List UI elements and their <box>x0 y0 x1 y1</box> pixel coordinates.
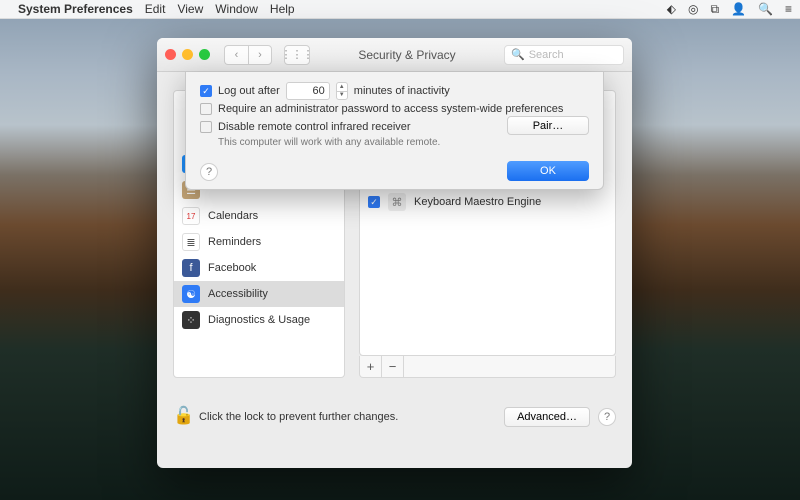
disable-ir-checkbox[interactable] <box>200 121 212 133</box>
sidebar-item-reminders[interactable]: ≣ Reminders <box>174 229 344 255</box>
logout-prefix: Log out after <box>218 85 280 97</box>
sidebar-item-label: Calendars <box>208 210 258 222</box>
sidebar-item-label: Accessibility <box>208 288 268 300</box>
pair-button[interactable]: Pair… <box>507 116 589 135</box>
logout-checkbox[interactable]: ✓ <box>200 85 212 97</box>
zoom-button[interactable] <box>199 49 210 60</box>
titlebar: ‹ › ⋮⋮⋮ Security & Privacy 🔍 Search <box>157 38 632 72</box>
footer: 🔓 Click the lock to prevent further chan… <box>173 406 616 428</box>
diagnostics-icon: ⁘ <box>182 311 200 329</box>
add-button[interactable]: + <box>360 356 382 377</box>
help-button[interactable]: ? <box>598 408 616 426</box>
app-label: Keyboard Maestro Engine <box>414 196 541 208</box>
user-menuextra-icon[interactable]: 👤 <box>731 2 746 16</box>
logout-suffix: minutes of inactivity <box>354 85 450 97</box>
app-checkbox[interactable]: ✓ <box>368 196 380 208</box>
km-icon: ⌘ <box>388 193 406 211</box>
search-field[interactable]: 🔍 Search <box>504 45 624 65</box>
search-icon: 🔍 <box>511 48 525 61</box>
list-actions: + − <box>359 356 616 378</box>
minimize-button[interactable] <box>182 49 193 60</box>
dropbox-menuextra-icon[interactable]: ⬖ <box>667 2 676 16</box>
sidebar-item-diagnostics[interactable]: ⁘ Diagnostics & Usage <box>174 307 344 333</box>
calendar-icon: 17 <box>182 207 200 225</box>
back-button[interactable]: ‹ <box>224 45 248 65</box>
admin-password-checkbox[interactable] <box>200 103 212 115</box>
lock-label: Click the lock to prevent further change… <box>199 411 398 423</box>
window-title: Security & Privacy <box>316 48 498 62</box>
sidebar-item-label: Diagnostics & Usage <box>208 314 310 326</box>
sheet-help-button[interactable]: ? <box>200 163 218 181</box>
admin-password-label: Require an administrator password to acc… <box>218 103 563 115</box>
menubar: System Preferences Edit View Window Help… <box>0 0 800 19</box>
ok-button[interactable]: OK <box>507 161 589 181</box>
ir-hint: This computer will work with any availab… <box>218 137 589 148</box>
facebook-icon: f <box>182 259 200 277</box>
app-row-keyboard-maestro-engine[interactable]: ✓ ⌘ Keyboard Maestro Engine <box>360 189 615 215</box>
close-button[interactable] <box>165 49 176 60</box>
app-menu[interactable]: System Preferences <box>18 2 133 16</box>
preferences-window: ‹ › ⋮⋮⋮ Security & Privacy 🔍 Search ➤ ☰ <box>157 38 632 468</box>
menu-window[interactable]: Window <box>215 2 258 16</box>
advanced-button[interactable]: Advanced… <box>504 407 590 427</box>
lock-icon[interactable]: 🔓 <box>173 406 191 428</box>
search-placeholder: Search <box>529 49 564 61</box>
logout-minutes-stepper[interactable]: ▲▼ <box>336 82 348 100</box>
sync-menuextra-icon[interactable]: ◎ <box>688 2 698 16</box>
sidebar-item-calendars[interactable]: 17 Calendars <box>174 203 344 229</box>
advanced-sheet: ✓ Log out after 60 ▲▼ minutes of inactiv… <box>185 72 604 190</box>
sidebar-item-label: Facebook <box>208 262 256 274</box>
sidebar-item-accessibility[interactable]: ☯ Accessibility <box>174 281 344 307</box>
reminders-icon: ≣ <box>182 233 200 251</box>
accessibility-icon: ☯ <box>182 285 200 303</box>
menu-view[interactable]: View <box>177 2 203 16</box>
show-all-button[interactable]: ⋮⋮⋮ <box>284 45 310 65</box>
menu-edit[interactable]: Edit <box>145 2 166 16</box>
logout-minutes-field[interactable]: 60 <box>286 82 330 100</box>
menu-help[interactable]: Help <box>270 2 295 16</box>
disable-ir-label: Disable remote control infrared receiver <box>218 121 411 133</box>
sidebar-item-label: Reminders <box>208 236 261 248</box>
forward-button[interactable]: › <box>248 45 272 65</box>
sidebar-item-facebook[interactable]: f Facebook <box>174 255 344 281</box>
remove-button[interactable]: − <box>382 356 404 377</box>
notification-center-icon[interactable]: ≡ <box>785 2 792 16</box>
wifi-menuextra-icon[interactable]: ⧉ <box>711 2 720 17</box>
spotlight-icon[interactable]: 🔍 <box>758 2 773 16</box>
